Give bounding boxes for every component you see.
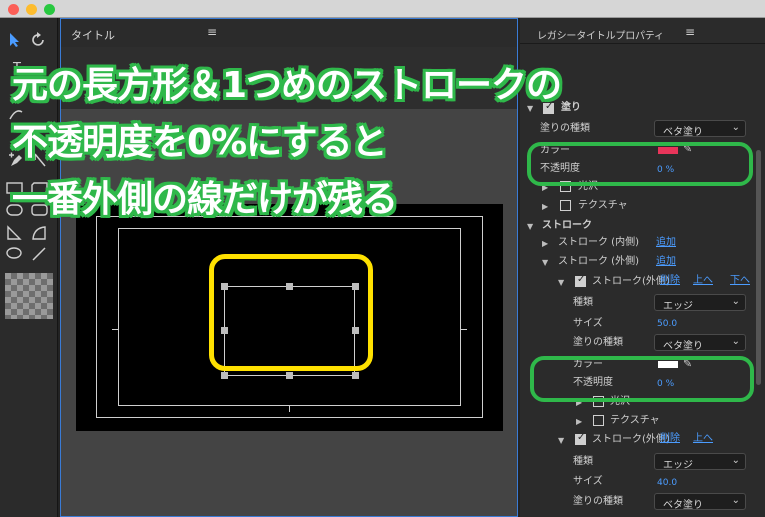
line-tool-icon[interactable] [31,246,49,264]
handle-bottom-right[interactable] [352,372,359,379]
caption-line-2: 不透明度を0%にすると [12,122,387,163]
hamburger-icon[interactable]: ≡ [207,25,217,39]
stroke-section-label: ストローク [542,220,592,231]
inner-stroke-label: ストローク (内側) [558,237,639,248]
green-highlight-fill-opacity [527,142,753,186]
chevron-right-icon[interactable]: ▶ [576,416,582,428]
close-window-button[interactable] [8,4,19,15]
style-swatch[interactable] [5,273,53,319]
chevron-down-icon[interactable]: ▼ [527,221,533,233]
fill-section-label: 塗り [561,102,581,113]
stroke2-checkbox[interactable] [575,432,586,445]
stroke1-up-link[interactable]: 上へ [693,275,713,287]
center-tick-bottom [289,406,290,412]
ellipse-tool-icon[interactable] [6,246,24,264]
stroke1-size-label: サイズ [573,318,603,329]
stroke1-texture-checkbox[interactable] [593,415,604,426]
caption-line-3: 一番外側の線だけが残る [12,179,398,220]
window-titlebar [0,0,765,18]
texture-checkbox[interactable] [560,200,571,211]
chevron-down-icon[interactable]: ▼ [542,257,548,269]
stroke2-type-label: 種類 [573,456,593,467]
chevron-right-icon[interactable]: ▶ [542,238,548,250]
stroke1-texture-label: テクスチャ [610,415,660,426]
zoom-window-button[interactable] [44,4,55,15]
stroke1-fill-type-label: 塗りの種類 [573,337,623,348]
fill-type-label: 塗りの種類 [540,123,590,134]
stroke1-type-label: 種類 [573,297,593,308]
properties-panel-title[interactable]: レガシータイトルプロパティ [537,27,664,42]
handle-bottom-left[interactable] [221,372,228,379]
stroke2-size-value[interactable]: 40.0 [657,477,677,489]
stroke2-type-select[interactable]: エッジ ⌄ [654,453,746,471]
properties-panel-header: レガシータイトルプロパティ ≡ [520,18,765,44]
outer-stroke-label: ストローク (外側) [558,256,639,267]
yellow-highlight-frame [209,254,373,371]
caption-line-1: 元の長方形＆1つめのストロークの [12,65,562,106]
selection-tool-icon[interactable] [8,32,26,50]
stroke2-label: ストローク(外側) [592,434,670,445]
stroke1-delete-link[interactable]: 削除 [660,275,680,287]
stroke1-checkbox[interactable] [575,274,586,287]
stroke2-up-link[interactable]: 上へ [693,433,713,445]
hamburger-icon[interactable]: ≡ [685,25,695,39]
center-tick-right [461,329,467,330]
stroke1-label: ストローク(外側) [592,276,670,287]
chevron-down-icon: ⌄ [731,455,740,466]
chevron-down-icon: ⌄ [731,122,740,133]
app-window: T タイトル ≡ レガシータイトルプロパティ ≡ ▼ ✓ 塗り 塗りの種類 ベタ… [0,0,765,517]
stroke2-fill-type-label: 塗りの種類 [573,496,623,507]
minimize-window-button[interactable] [26,4,37,15]
title-panel-header: タイトル ≡ [61,19,517,47]
stroke2-delete-link[interactable]: 削除 [660,433,680,445]
green-highlight-stroke-opacity [530,356,754,402]
stroke1-size-value[interactable]: 50.0 [657,318,677,330]
center-tick-left [112,329,118,330]
chevron-right-icon[interactable]: ▶ [542,201,548,213]
chevron-down-icon[interactable]: ▼ [558,277,564,289]
stroke1-type-select[interactable]: エッジ ⌄ [654,294,746,312]
inner-stroke-add-link[interactable]: 追加 [656,237,676,249]
stroke1-fill-type-select[interactable]: ベタ塗り ⌄ [654,334,746,352]
outer-stroke-add-link[interactable]: 追加 [656,256,676,268]
stroke2-size-label: サイズ [573,476,603,487]
handle-bottom[interactable] [286,372,293,379]
properties-scrollbar[interactable] [756,150,761,385]
chevron-down-icon: ⌄ [731,296,740,307]
stroke1-down-link[interactable]: 下へ [730,275,750,287]
chevron-down-icon: ⌄ [731,495,740,506]
chevron-down-icon[interactable]: ▼ [558,435,564,447]
stroke2-fill-type-select[interactable]: ベタ塗り ⌄ [654,493,746,511]
wedge-tool-icon[interactable] [6,225,24,243]
rotate-tool-icon[interactable] [31,32,49,50]
texture-label: テクスチャ [578,200,628,211]
arc-tool-icon[interactable] [31,225,49,243]
fill-type-select[interactable]: ベタ塗り ⌄ [654,120,746,138]
title-panel-tab[interactable]: タイトル [71,27,115,43]
chevron-down-icon: ⌄ [731,336,740,347]
